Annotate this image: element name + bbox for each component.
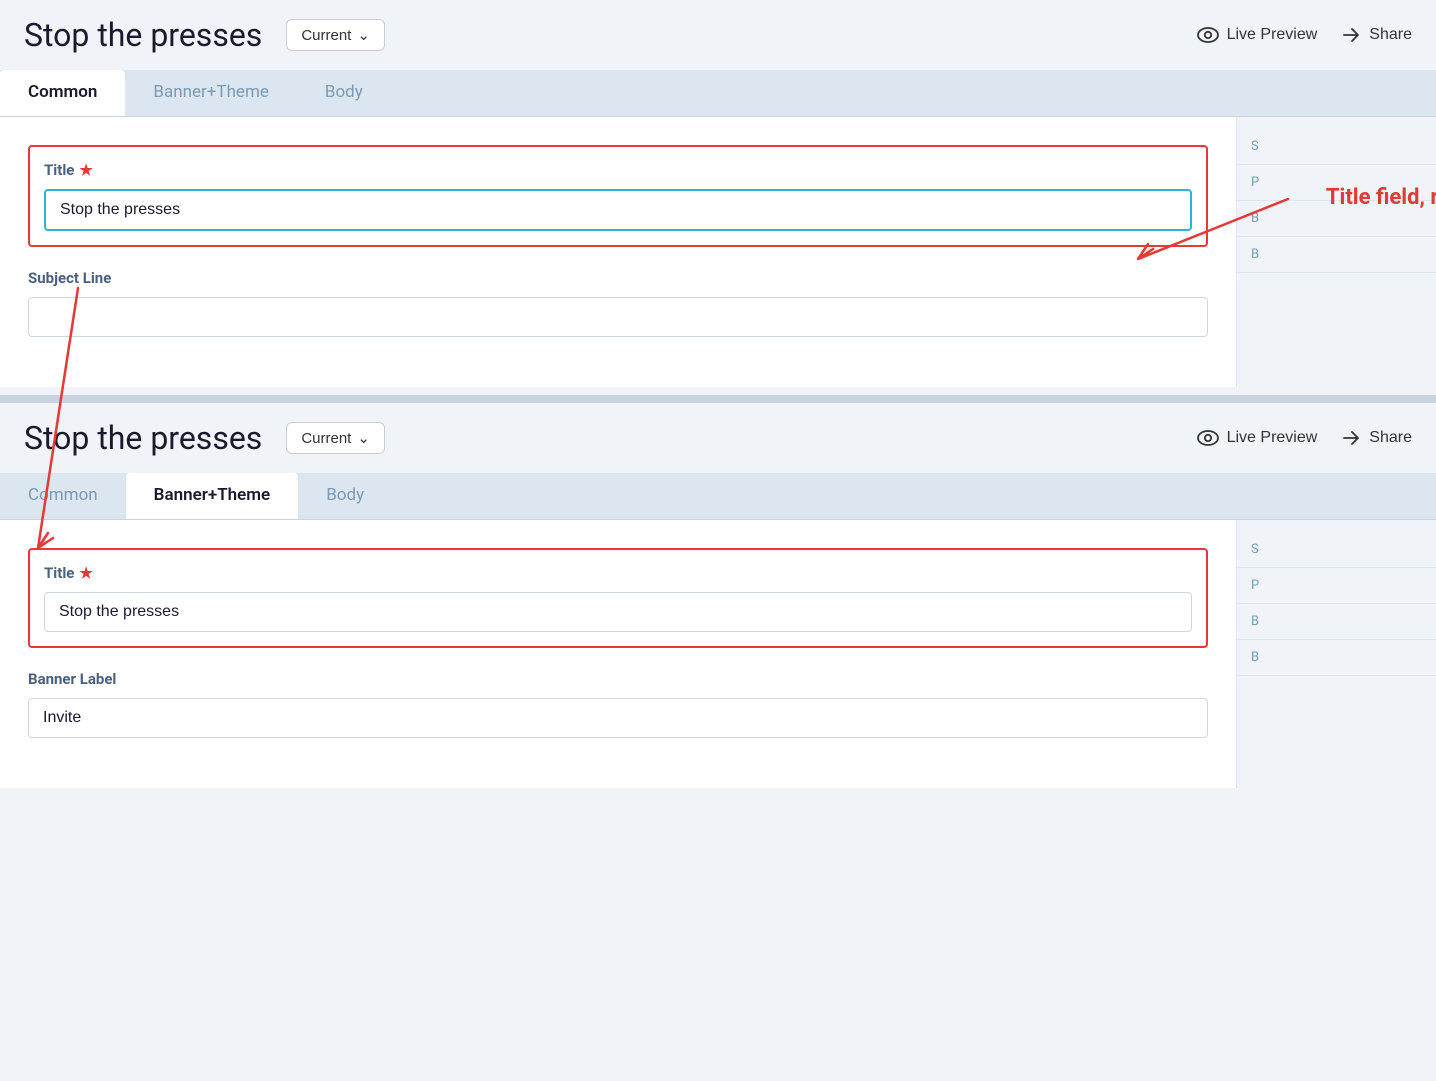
right-panel-bottom-b2: B (1237, 640, 1436, 676)
page-title-bottom: Stop the presses (24, 419, 262, 457)
share-icon-bottom (1341, 428, 1361, 448)
right-panel-item-b1: B (1237, 201, 1436, 237)
header-right-bottom: Live Preview Share (1197, 428, 1412, 448)
share-label-top: Share (1369, 26, 1412, 44)
tab-banner-theme-bottom[interactable]: Banner+Theme (126, 473, 299, 519)
header-top: Stop the presses Current ⌄ Live Preview (0, 0, 1436, 70)
banner-label-group-bottom: Banner Label (28, 670, 1208, 738)
share-button-bottom[interactable]: Share (1341, 428, 1412, 448)
title-input-bottom[interactable] (44, 592, 1192, 632)
chevron-down-icon-top: ⌄ (357, 26, 370, 44)
chevron-down-icon-bottom: ⌄ (357, 429, 370, 447)
right-panel-item-p: P (1237, 165, 1436, 201)
right-panel-bottom-p: P (1237, 568, 1436, 604)
tabs-row-top: Common Banner+Theme Body (0, 70, 1436, 117)
title-input-top[interactable] (44, 189, 1192, 231)
panel-divider (0, 395, 1436, 403)
title-label-top: Title ★ (44, 161, 1192, 179)
tabs-row-bottom: Common Banner+Theme Body (0, 473, 1436, 520)
form-area-top: Title ★ Title field, repeated on each ta… (0, 117, 1236, 387)
live-preview-button-top[interactable]: Live Preview (1197, 26, 1318, 44)
title-field-box-bottom: Title ★ (28, 548, 1208, 648)
eye-icon-bottom (1197, 430, 1219, 446)
live-preview-label-bottom: Live Preview (1227, 429, 1318, 447)
header-right-top: Live Preview Share (1197, 25, 1412, 45)
banner-label-input-bottom[interactable] (28, 698, 1208, 738)
tab-body-bottom[interactable]: Body (298, 473, 392, 519)
subject-line-label-top: Subject Line (28, 269, 1208, 287)
header-bottom: Stop the presses Current ⌄ Live Preview (0, 403, 1436, 473)
tab-body-top[interactable]: Body (297, 70, 391, 116)
required-star-top: ★ (79, 161, 92, 179)
form-area-bottom: Title ★ (0, 520, 1236, 788)
right-panel-item-b2: B (1237, 237, 1436, 273)
required-star-bottom: ★ (79, 564, 92, 582)
subject-line-group-top: Subject Line (28, 269, 1208, 337)
content-wrap-top: Title ★ Title field, repeated on each ta… (0, 117, 1436, 387)
content-wrap-bottom: Title ★ (0, 520, 1436, 788)
right-panel-bottom-s: S (1237, 532, 1436, 568)
panel-top: Stop the presses Current ⌄ Live Preview (0, 0, 1436, 395)
share-icon-top (1341, 25, 1361, 45)
current-dropdown-top[interactable]: Current ⌄ (286, 19, 385, 51)
share-button-top[interactable]: Share (1341, 25, 1412, 45)
eye-icon-top (1197, 27, 1219, 43)
panel-bottom: Stop the presses Current ⌄ Live Preview (0, 403, 1436, 796)
right-panel-bottom: S P B B (1236, 520, 1436, 788)
right-panel-bottom-b1: B (1237, 604, 1436, 640)
share-label-bottom: Share (1369, 429, 1412, 447)
live-preview-button-bottom[interactable]: Live Preview (1197, 429, 1318, 447)
right-panel-top: S P B B (1236, 117, 1436, 387)
page-title-top: Stop the presses (24, 16, 262, 54)
title-annotation-container-top: Title ★ Title field, repeated on each ta… (28, 145, 1208, 247)
title-label-bottom: Title ★ (44, 564, 1192, 582)
tab-common-bottom[interactable]: Common (0, 473, 126, 519)
dropdown-label-top: Current (301, 27, 351, 44)
title-annotation-container-bottom: Title ★ (28, 548, 1208, 648)
current-dropdown-bottom[interactable]: Current ⌄ (286, 422, 385, 454)
tab-banner-theme-top[interactable]: Banner+Theme (125, 70, 296, 116)
main-container: Stop the presses Current ⌄ Live Preview (0, 0, 1436, 796)
title-field-box-top: Title ★ (28, 145, 1208, 247)
live-preview-label-top: Live Preview (1227, 26, 1318, 44)
dropdown-label-bottom: Current (301, 430, 351, 447)
banner-label-label-bottom: Banner Label (28, 670, 1208, 688)
subject-line-input-top[interactable] (28, 297, 1208, 337)
right-panel-item-s: S (1237, 129, 1436, 165)
tab-common-top[interactable]: Common (0, 70, 125, 116)
